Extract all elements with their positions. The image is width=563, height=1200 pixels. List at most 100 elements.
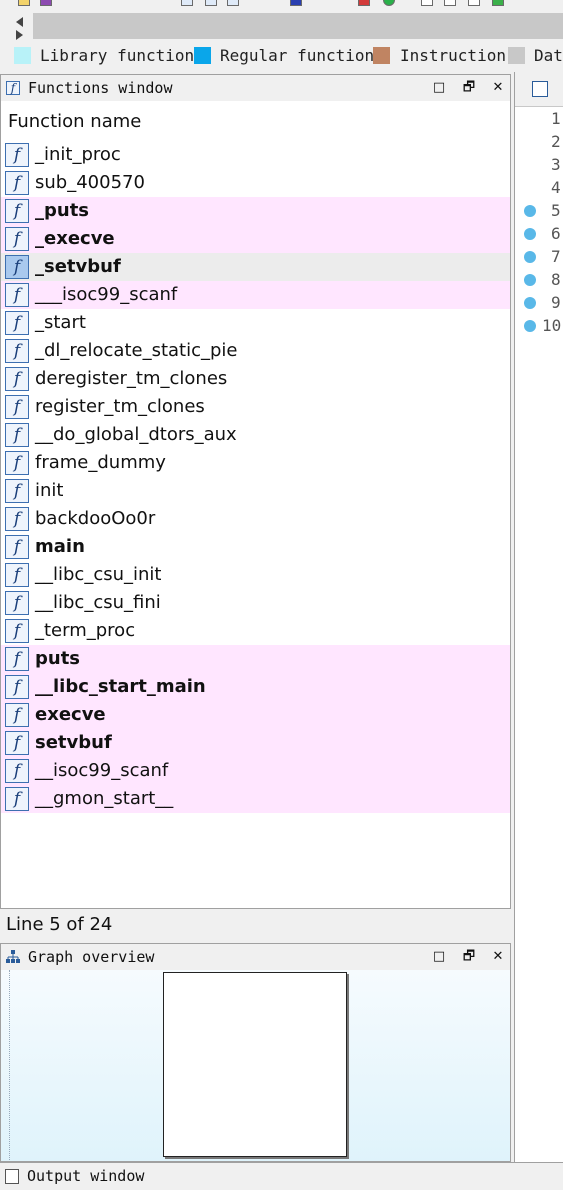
graph-overview-title: Graph overview [28, 948, 155, 966]
minimize-button[interactable]: □ [430, 79, 448, 97]
function-row[interactable]: f _puts [1, 197, 510, 225]
function-row[interactable]: f backdooOo0r [1, 505, 510, 533]
graph-icon [6, 950, 20, 963]
line-marker-dot-icon[interactable] [524, 297, 536, 309]
function-name: _start [35, 312, 86, 333]
function-name: _term_proc [35, 620, 136, 641]
function-icon: f [5, 367, 29, 391]
navigation-band [0, 10, 563, 42]
function-row[interactable]: f ___isoc99_scanf [1, 281, 510, 309]
toolbar-view-icon-3[interactable] [227, 0, 239, 6]
graph-overview-canvas[interactable] [0, 970, 511, 1162]
debug-icon[interactable] [358, 0, 370, 6]
function-icon: f [5, 479, 29, 503]
function-row[interactable]: f setvbuf [1, 729, 510, 757]
legend-label-regular: Regular function [220, 46, 375, 65]
line-number-row: 6 [515, 223, 563, 246]
function-name: _init_proc [35, 144, 121, 165]
line-marker-dot-icon[interactable] [524, 228, 536, 240]
navigation-bar[interactable] [33, 13, 563, 39]
bookmark-icon[interactable] [290, 0, 302, 6]
function-row[interactable]: f deregister_tm_clones [1, 365, 510, 393]
pseudocode-panel[interactable]: 1 2 3 4 5 6 7 8 9 10 [514, 72, 563, 1162]
function-name: setvbuf [35, 732, 112, 753]
graph-minimize-button[interactable]: □ [430, 948, 448, 966]
function-row[interactable]: f _term_proc [1, 617, 510, 645]
toolbar-view-icon-2[interactable] [205, 0, 217, 6]
function-name: _dl_relocate_static_pie [35, 340, 238, 361]
line-marker-dot-icon[interactable] [524, 251, 536, 263]
function-row[interactable]: f __libc_csu_init [1, 561, 510, 589]
function-row[interactable]: f _setvbuf [1, 253, 510, 281]
function-icon: f [6, 81, 20, 95]
line-number: 6 [551, 224, 561, 243]
function-name: __libc_csu_init [35, 564, 162, 585]
legend-label-library: Library function [40, 46, 195, 65]
line-marker-dot-icon[interactable] [524, 205, 536, 217]
function-row[interactable]: f _init_proc [1, 141, 510, 169]
plugin-icon[interactable] [492, 0, 504, 6]
line-number: 9 [551, 293, 561, 312]
function-icon: f [5, 227, 29, 251]
function-name: __gmon_start__ [35, 788, 174, 809]
function-row[interactable]: f init [1, 477, 510, 505]
function-icon: f [5, 759, 29, 783]
line-number-row: 3 [515, 154, 563, 177]
hex-icon-1[interactable] [421, 0, 433, 6]
function-row[interactable]: f _dl_relocate_static_pie [1, 337, 510, 365]
legend-swatch-regular [194, 47, 211, 64]
line-marker-dot-icon[interactable] [524, 320, 536, 332]
function-row[interactable]: f execve [1, 701, 510, 729]
line-marker-dot-icon[interactable] [524, 274, 536, 286]
output-window-content[interactable] [0, 1190, 563, 1200]
save-icon[interactable] [40, 0, 52, 6]
functions-list[interactable]: Function name f _init_proc f sub_400570 f _pu… [0, 101, 511, 909]
graph-close-button[interactable]: ✕ [489, 948, 507, 966]
function-row[interactable]: f __libc_csu_fini [1, 589, 510, 617]
function-row[interactable]: f __do_global_dtors_aux [1, 421, 510, 449]
open-icon[interactable] [18, 0, 30, 6]
column-header-function-name[interactable]: Function name [8, 111, 141, 133]
functions-window-title: Functions window [28, 79, 173, 97]
function-name: _setvbuf [35, 256, 121, 277]
function-icon: f [5, 143, 29, 167]
line-number: 7 [551, 247, 561, 266]
nav-right-arrow-icon[interactable] [16, 30, 23, 40]
hex-icon-2[interactable] [444, 0, 456, 6]
graph-viewport-box[interactable] [163, 972, 347, 1157]
function-icon: f [5, 199, 29, 223]
function-row[interactable]: f _execve [1, 225, 510, 253]
functions-window-header[interactable]: f Functions window □ 🗗 ✕ [0, 74, 511, 102]
toolbar-view-icon-1[interactable] [181, 0, 193, 6]
nav-left-arrow-icon[interactable] [16, 17, 23, 27]
run-icon[interactable] [383, 0, 395, 6]
jump-icon[interactable] [258, 0, 270, 6]
restore-button[interactable]: 🗗 [460, 79, 478, 97]
hex-icon-3[interactable] [468, 0, 480, 6]
function-name: __isoc99_scanf [35, 760, 169, 781]
output-window-header[interactable]: Output window [0, 1162, 563, 1190]
function-row[interactable]: f main [1, 533, 510, 561]
function-name: main [35, 536, 85, 557]
graph-restore-button[interactable]: 🗗 [460, 948, 478, 966]
line-number-row: 4 [515, 177, 563, 200]
legend: Library function Regular function Instru… [0, 42, 563, 70]
function-row[interactable]: f puts [1, 645, 510, 673]
function-row[interactable]: f _start [1, 309, 510, 337]
function-row[interactable]: f __libc_start_main [1, 673, 510, 701]
function-row[interactable]: f sub_400570 [1, 169, 510, 197]
legend-swatch-data [508, 47, 525, 64]
settings-icon[interactable] [530, 0, 542, 6]
function-name: frame_dummy [35, 452, 166, 473]
function-row[interactable]: f __gmon_start__ [1, 785, 510, 813]
graph-overview-header[interactable]: Graph overview □ 🗗 ✕ [0, 943, 511, 971]
close-button[interactable]: ✕ [489, 79, 507, 97]
function-row[interactable]: f frame_dummy [1, 449, 510, 477]
line-number: 10 [542, 316, 562, 335]
pseudocode-tab[interactable] [515, 72, 563, 107]
function-icon: f [5, 591, 29, 615]
function-row[interactable]: f __isoc99_scanf [1, 757, 510, 785]
function-row[interactable]: f register_tm_clones [1, 393, 510, 421]
line-number: 2 [551, 132, 561, 151]
line-number: 5 [551, 201, 561, 220]
